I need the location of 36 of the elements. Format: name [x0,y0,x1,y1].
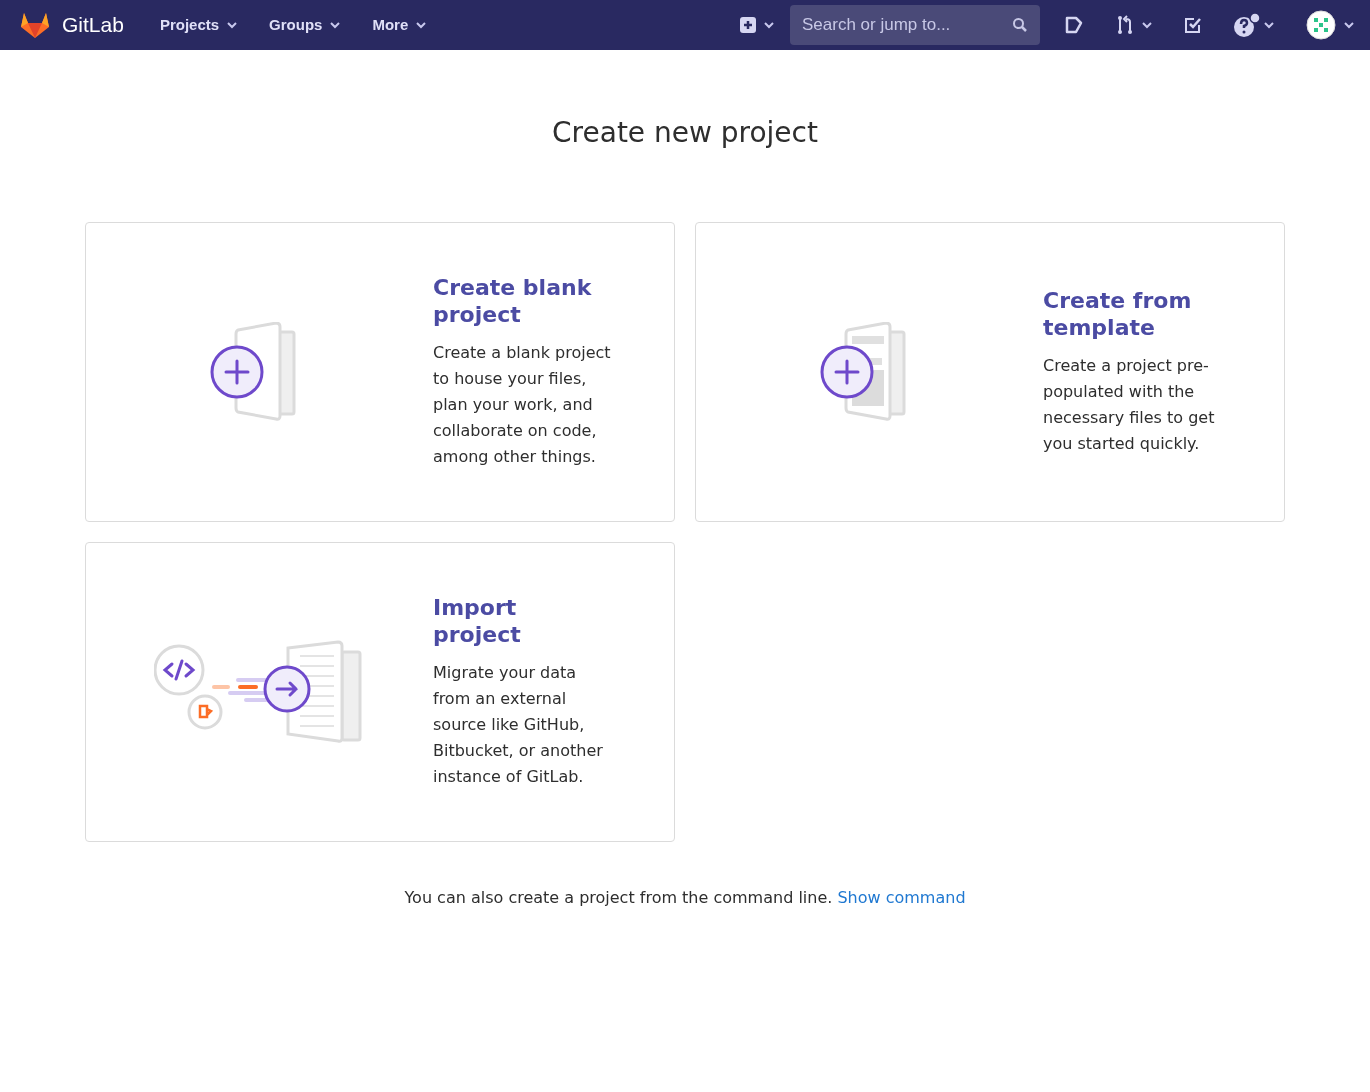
card-title: Create from template [1043,287,1193,341]
chevron-down-icon [1344,21,1354,29]
card-description: Create a blank project to house your files, plan your work, and collaborate on code, among other things. [433,342,612,468]
brand-name[interactable]: GitLab [62,9,124,41]
plus-square-icon [740,17,756,33]
project-option-card[interactable]: Import project Migrate your data from an external source like GitHub, Bitbucket, or another instance of GitLab. [85,542,675,842]
new-item-button[interactable] [740,17,774,33]
issues-icon[interactable] [1064,15,1084,35]
help-question-icon [1234,13,1260,37]
show-command-link[interactable]: Show command [837,888,966,907]
search-field[interactable]: Search or jump to... [790,5,1040,45]
page-title: Create new project [552,115,818,151]
nav-menu[interactable]: More [360,13,439,37]
merge-requests-button[interactable] [1116,15,1152,35]
chevron-down-icon [227,21,238,29]
todo-checkbox-icon[interactable] [1184,16,1202,34]
chevron-down-icon [764,21,774,29]
merge-request-icon [1116,15,1134,35]
chevron-down-icon [1264,21,1274,29]
command-line-note: You can also create a project from the command line. Show command [404,887,966,909]
card-description: Create a project pre-populated with the necessary files to get you started quickly. [1043,355,1216,455]
avatar-icon [1306,10,1336,40]
fox-logo-icon[interactable] [20,11,50,39]
project-option-card[interactable]: Create blank project Create a blank project to house your files, plan your work, and collaborate on code, among other things. [85,222,675,522]
card-description: Migrate your data from an external source like GitHub, Bitbucket, or another instance of GitLab. [433,662,604,788]
chevron-down-icon [330,21,341,29]
help-button[interactable] [1234,13,1274,37]
card-title: Import project [433,594,522,648]
chevron-down-icon [1142,21,1152,29]
nav-menu[interactable]: Projects [147,13,250,37]
chevron-down-icon [416,21,427,29]
search-icon [1012,17,1028,33]
nav-menu[interactable]: Groups [257,13,353,37]
project-option-card[interactable]: Create from template Create a project pre-populated with the necessary files to get you started quickly. [695,222,1285,522]
card-title: Create blank project [433,274,593,328]
user-menu-button[interactable] [1306,10,1354,40]
